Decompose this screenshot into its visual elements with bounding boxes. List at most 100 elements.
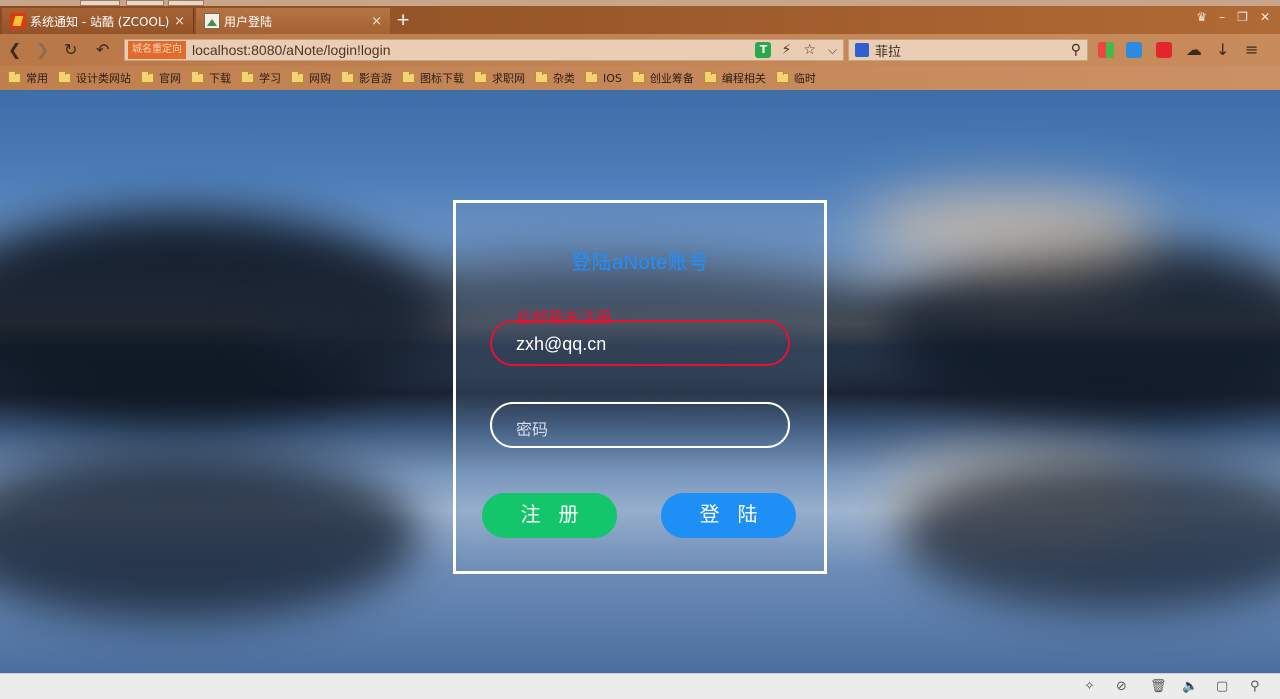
new-tab-button[interactable]: + bbox=[396, 10, 410, 30]
maximize-icon[interactable]: ❐ bbox=[1237, 10, 1248, 24]
blurred-reflection-left bbox=[0, 450, 420, 620]
bookmark-label: 常用 bbox=[26, 72, 48, 85]
bookmark-item[interactable]: 常用 bbox=[8, 70, 48, 86]
login-button[interactable]: 登陆 bbox=[661, 493, 796, 538]
bookmark-item[interactable]: 杂类 bbox=[535, 70, 575, 86]
close-window-icon[interactable]: ✕ bbox=[1260, 10, 1270, 24]
bookmark-item[interactable]: 创业筹备 bbox=[631, 70, 694, 86]
tab-title: 用户登陆 bbox=[224, 14, 273, 29]
bookmark-label: 创业筹备 bbox=[649, 72, 694, 85]
navigation-bar: ❮ ❯ ↻ ↶ 城名重定向 localhost:8080/aNote/login… bbox=[0, 34, 1280, 66]
tab-user-login[interactable]: 用户登陆 × bbox=[196, 8, 390, 34]
folder-icon bbox=[474, 71, 487, 83]
accelerate-icon[interactable]: ⊘ bbox=[1116, 679, 1127, 694]
apps-icon[interactable] bbox=[1098, 42, 1114, 58]
forward-icon[interactable]: ❯ bbox=[36, 41, 49, 59]
bookmark-star-icon[interactable]: ☆ bbox=[803, 42, 816, 58]
tab-title: 系统通知 - 站酷 (ZCOOL) bbox=[30, 14, 170, 29]
reload-icon[interactable]: ↻ bbox=[64, 41, 77, 59]
pin-icon[interactable]: ✧ bbox=[1084, 679, 1095, 694]
folder-icon bbox=[703, 71, 717, 83]
bookmark-item[interactable]: 编程相关 bbox=[703, 70, 766, 86]
minimize-icon[interactable]: – bbox=[1219, 10, 1225, 24]
bookmark-label: 下载 bbox=[209, 72, 231, 85]
page-favicon-icon bbox=[204, 13, 220, 29]
tab-bar: 系统通知 - 站酷 (ZCOOL) × 用户登陆 × + ♛ – ❐ ✕ bbox=[0, 0, 1280, 34]
bookmark-item[interactable]: 图标下载 bbox=[402, 70, 464, 86]
security-shield-icon[interactable]: T bbox=[755, 42, 772, 58]
register-button[interactable]: 注册 bbox=[482, 493, 617, 538]
bookmark-item[interactable]: 下载 bbox=[191, 70, 231, 86]
tab-close-icon[interactable]: × bbox=[371, 14, 382, 29]
search-engine-icon[interactable] bbox=[855, 43, 869, 57]
undo-icon[interactable]: ↶ bbox=[96, 41, 109, 59]
back-icon[interactable]: ❮ bbox=[8, 41, 21, 59]
status-bar: ✧ ⊘ 🗑 🔈 ▢ ⚲ bbox=[0, 673, 1280, 699]
bookmark-label: 影音游 bbox=[359, 72, 392, 85]
bookmark-item[interactable]: 网购 bbox=[291, 70, 331, 86]
folder-icon bbox=[775, 71, 789, 83]
bookmark-label: 求职网 bbox=[492, 72, 525, 85]
bookmark-item[interactable]: 设计类网站 bbox=[58, 70, 131, 86]
bookmark-label: 网购 bbox=[309, 72, 331, 85]
bookmark-item[interactable]: IOS bbox=[585, 71, 622, 85]
folder-icon bbox=[8, 71, 21, 83]
redirect-badge: 城名重定向 bbox=[128, 41, 186, 59]
bookmark-item[interactable]: 影音游 bbox=[341, 70, 392, 86]
bookmark-label: 编程相关 bbox=[721, 72, 766, 85]
bookmark-label: 学习 bbox=[259, 72, 281, 85]
bookmark-item[interactable]: 学习 bbox=[241, 70, 281, 86]
folder-icon bbox=[535, 71, 548, 83]
login-panel: 登陆aNote账号 此邮箱未注册 zxh@qq.cn 密码 注册 登陆 bbox=[453, 200, 827, 574]
email-field[interactable]: 此邮箱未注册 zxh@qq.cn bbox=[490, 309, 790, 366]
zcool-favicon-icon bbox=[10, 13, 26, 29]
video-extension-icon[interactable] bbox=[1156, 42, 1172, 58]
email-error-message: 此邮箱未注册 bbox=[510, 309, 619, 329]
window-controls: ♛ – ❐ ✕ bbox=[1196, 10, 1270, 24]
bookmark-item[interactable]: 求职网 bbox=[474, 70, 525, 86]
folder-icon bbox=[585, 71, 598, 83]
url-text[interactable]: localhost:8080/aNote/login!login bbox=[192, 42, 755, 58]
search-box[interactable]: 菲拉 ⚲ bbox=[848, 39, 1088, 61]
search-icon[interactable]: ⚲ bbox=[1071, 42, 1081, 58]
notes-extension-icon[interactable] bbox=[1126, 42, 1142, 58]
bookmark-label: 官网 bbox=[159, 72, 181, 85]
password-field[interactable]: 密码 bbox=[490, 402, 790, 448]
search-input[interactable]: 菲拉 bbox=[875, 41, 1071, 60]
tab-zcool[interactable]: 系统通知 - 站酷 (ZCOOL) × bbox=[2, 8, 194, 34]
bookmark-label: 设计类网站 bbox=[76, 72, 131, 85]
sunset-glow bbox=[860, 190, 1160, 270]
bookmarks-bar: 常用 设计类网站 官网 下载 学习 网购 影音游 图标下载 求职网 杂类 IOS 创业筹备 编程相关 临时 bbox=[0, 66, 1280, 90]
menu-icon[interactable]: ≡ bbox=[1245, 41, 1258, 59]
bookmark-label: IOS bbox=[603, 71, 622, 85]
tab-strip-top bbox=[0, 0, 1280, 6]
skin-icon[interactable]: ♛ bbox=[1196, 10, 1207, 24]
volume-icon[interactable]: 🔈 bbox=[1182, 679, 1198, 694]
bookmark-label: 杂类 bbox=[553, 72, 575, 85]
zoom-icon[interactable]: ⚲ bbox=[1250, 679, 1260, 694]
bookmark-label: 图标下载 bbox=[420, 72, 464, 85]
url-dropdown-icon[interactable]: ⌵ bbox=[828, 43, 837, 58]
window-icon[interactable]: ▢ bbox=[1216, 679, 1228, 694]
folder-icon bbox=[341, 71, 354, 83]
folder-icon bbox=[631, 71, 645, 83]
tab-close-icon[interactable]: × bbox=[174, 14, 185, 29]
bookmark-item[interactable]: 官网 bbox=[141, 70, 181, 86]
folder-icon bbox=[241, 71, 254, 83]
bookmark-label: 临时 bbox=[793, 72, 816, 85]
email-input[interactable]: zxh@qq.cn bbox=[516, 334, 606, 355]
folder-icon bbox=[141, 71, 154, 83]
trash-icon[interactable]: 🗑 bbox=[1150, 679, 1167, 694]
folder-icon bbox=[191, 71, 204, 83]
login-heading: 登陆aNote账号 bbox=[571, 252, 709, 274]
folder-icon bbox=[402, 71, 415, 83]
page-background: 登陆aNote账号 此邮箱未注册 zxh@qq.cn 密码 注册 登陆 bbox=[0, 90, 1280, 673]
download-icon[interactable]: ↓ bbox=[1216, 41, 1229, 59]
password-input[interactable]: 密码 bbox=[516, 416, 548, 440]
folder-icon bbox=[58, 71, 71, 83]
folder-icon bbox=[291, 71, 304, 83]
cloud-icon[interactable]: ☁ bbox=[1186, 41, 1202, 59]
address-bar[interactable]: 城名重定向 localhost:8080/aNote/login!login T… bbox=[124, 39, 844, 61]
speed-mode-icon[interactable]: ⚡ bbox=[781, 42, 791, 58]
bookmark-item[interactable]: 临时 bbox=[775, 70, 816, 86]
